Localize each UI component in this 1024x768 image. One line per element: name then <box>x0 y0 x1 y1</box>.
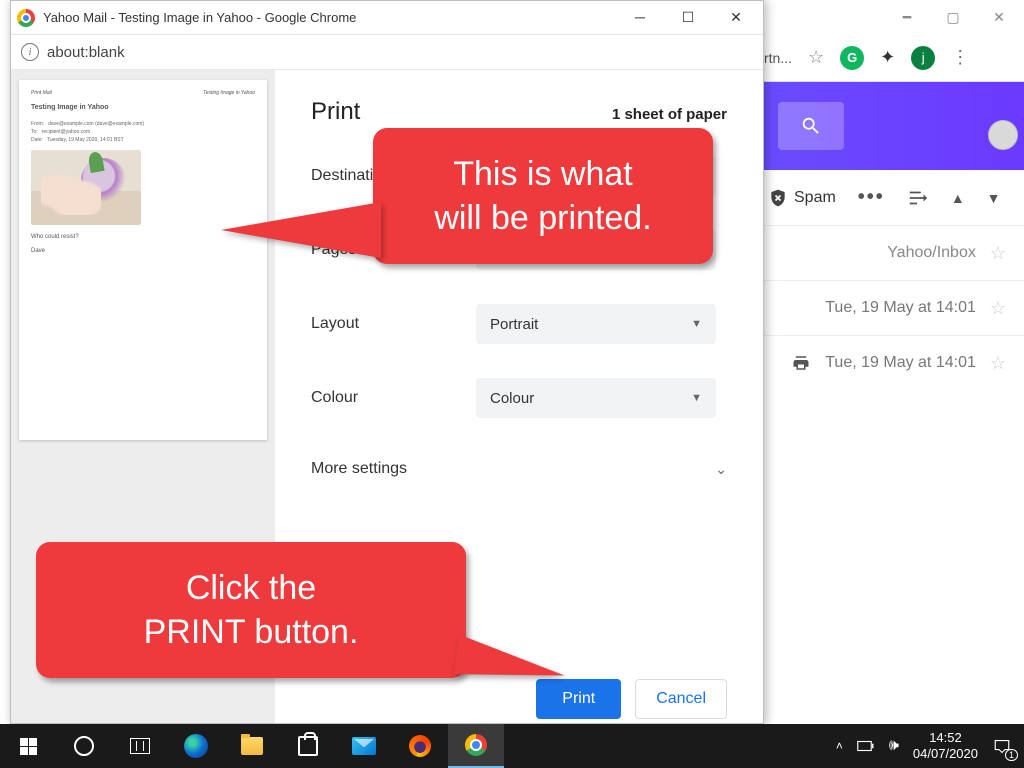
mail-row[interactable]: Tue, 19 May at 14:01 ☆ <box>750 280 1024 335</box>
address-bar[interactable]: i about:blank <box>11 35 763 70</box>
star-outline-icon[interactable]: ☆ <box>990 243 1006 264</box>
cortana-icon <box>74 736 94 756</box>
annotation-callout-print: Click the PRINT button. <box>36 542 466 678</box>
close-button[interactable]: ✕ <box>729 9 743 26</box>
url-text: about:blank <box>47 44 125 61</box>
more-actions-icon[interactable]: ••• <box>858 186 885 209</box>
firefox-icon <box>409 735 431 757</box>
star-outline-icon[interactable]: ☆ <box>990 353 1006 374</box>
kebab-menu-icon[interactable]: ⋮ <box>951 47 969 68</box>
cortana-button[interactable] <box>56 724 112 768</box>
task-view-icon <box>130 738 150 754</box>
shield-x-icon <box>768 188 788 208</box>
yahoo-header-bar <box>750 82 1024 170</box>
edge-icon <box>184 734 208 758</box>
layout-select[interactable]: Portrait▼ <box>476 304 716 344</box>
move-to-icon[interactable] <box>907 187 929 209</box>
maximize-button[interactable]: ☐ <box>681 9 695 26</box>
window-titlebar: Yahoo Mail - Testing Image in Yahoo - Go… <box>11 1 763 35</box>
sort-up-icon[interactable]: ▲ <box>951 190 965 206</box>
start-button[interactable] <box>0 724 56 768</box>
printer-icon[interactable] <box>791 354 811 372</box>
close-icon[interactable]: ✕ <box>992 10 1006 24</box>
chevron-down-icon: ⌄ <box>715 461 727 478</box>
folder-icon <box>241 737 263 755</box>
search-button[interactable] <box>778 102 844 150</box>
preview-page: Print MailTesting Image in Yahoo Testing… <box>19 80 267 440</box>
taskbar-clock[interactable]: 14:52 04/07/2020 <box>913 730 978 761</box>
notification-badge: 1 <box>1005 749 1018 761</box>
sheet-count: 1 sheet of paper <box>612 106 727 123</box>
bookmark-star-icon[interactable]: ☆ <box>808 47 824 68</box>
spam-label: Spam <box>794 189 836 207</box>
taskbar-app-firefox[interactable] <box>392 724 448 768</box>
callout-tail-icon <box>221 202 381 258</box>
sort-down-icon[interactable]: ▼ <box>987 190 1001 206</box>
chevron-down-icon: ▼ <box>691 392 702 404</box>
taskbar-app-mail[interactable] <box>336 724 392 768</box>
grammarly-extension-icon[interactable]: G <box>840 46 864 70</box>
mail-row[interactable]: Tue, 19 May at 14:01 ☆ <box>750 335 1024 390</box>
annotation-callout-preview: This is what will be printed. <box>373 128 713 264</box>
taskbar-app-store[interactable] <box>280 724 336 768</box>
mail-date: Tue, 19 May at 14:01 <box>825 299 976 317</box>
extensions-puzzle-icon[interactable]: ✦ <box>880 47 895 68</box>
windows-taskbar: ˄ 🕪 14:52 04/07/2020 1 <box>0 724 1024 768</box>
windows-logo-icon <box>20 738 37 755</box>
yahoo-profile-avatar[interactable] <box>988 120 1018 150</box>
mail-date: Tue, 19 May at 14:01 <box>825 354 976 372</box>
star-outline-icon[interactable]: ☆ <box>990 298 1006 319</box>
more-settings-toggle[interactable]: More settings ⌄ <box>311 452 727 486</box>
volume-icon[interactable]: 🕪 <box>889 737 899 755</box>
clock-time: 14:52 <box>913 730 978 746</box>
colour-label: Colour <box>311 389 476 407</box>
print-heading: Print <box>311 98 360 126</box>
cancel-button[interactable]: Cancel <box>635 679 727 719</box>
minimize-button[interactable]: ─ <box>633 9 647 26</box>
taskbar-app-explorer[interactable] <box>224 724 280 768</box>
maximize-icon[interactable]: ▢ <box>946 10 960 24</box>
chrome-icon <box>465 734 487 756</box>
folder-label: Yahoo/Inbox <box>887 244 976 262</box>
preview-subject: Testing Image in Yahoo <box>31 103 255 113</box>
taskbar-app-edge[interactable] <box>168 724 224 768</box>
background-browser-window: ━ ▢ ✕ rtn... ☆ G ✦ j ⋮ Spam ••• ▲ ▼ Yaho… <box>750 0 1024 724</box>
bg-browser-toolbar: rtn... ☆ G ✦ j ⋮ <box>750 34 1024 82</box>
store-icon <box>298 736 318 756</box>
url-truncated: rtn... <box>764 50 792 66</box>
site-info-icon[interactable]: i <box>21 43 39 61</box>
minimize-icon[interactable]: ━ <box>900 10 914 24</box>
more-settings-label: More settings <box>311 460 407 478</box>
mail-row[interactable]: Yahoo/Inbox ☆ <box>750 225 1024 280</box>
task-view-button[interactable] <box>112 724 168 768</box>
tray-overflow-icon[interactable]: ˄ <box>836 739 843 753</box>
spam-button[interactable]: Spam <box>768 188 836 208</box>
mail-action-toolbar: Spam ••• ▲ ▼ <box>750 170 1024 225</box>
window-title: Yahoo Mail - Testing Image in Yahoo - Go… <box>43 10 633 25</box>
profile-avatar[interactable]: j <box>911 46 935 70</box>
clock-date: 04/07/2020 <box>913 746 978 762</box>
layout-label: Layout <box>311 315 476 333</box>
mail-icon <box>352 737 376 755</box>
chevron-down-icon: ▼ <box>691 318 702 330</box>
bg-window-controls: ━ ▢ ✕ <box>750 0 1024 34</box>
mail-message-list: Yahoo/Inbox ☆ Tue, 19 May at 14:01 ☆ Tue… <box>750 225 1024 390</box>
chrome-logo-icon <box>17 9 35 27</box>
action-center-button[interactable]: 1 <box>992 736 1012 757</box>
colour-select[interactable]: Colour▼ <box>476 378 716 418</box>
search-icon <box>800 115 822 137</box>
taskbar-app-chrome[interactable] <box>448 724 504 768</box>
battery-icon[interactable] <box>857 739 875 753</box>
preview-photo <box>31 150 141 225</box>
